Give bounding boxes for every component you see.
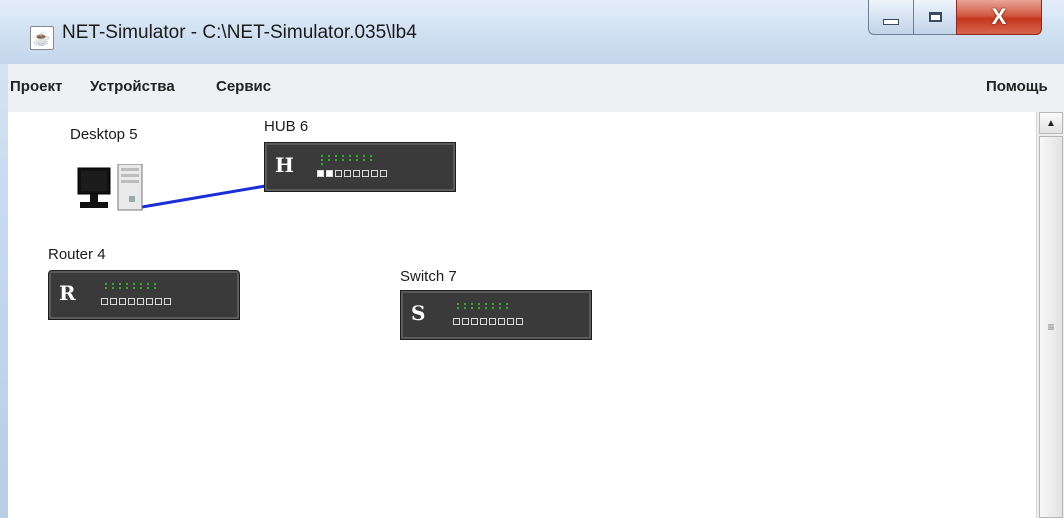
window-title: NET-Simulator - C:\NET-Simulator.035\lb4: [62, 22, 417, 43]
hub-label: HUB 6: [264, 118, 309, 135]
network-canvas[interactable]: Desktop 5 HUB 6 H Router 4 R Switch 7 S: [8, 112, 1036, 518]
menu-help[interactable]: Помощь: [986, 78, 1048, 95]
hub-ports: [317, 170, 387, 177]
menu-project[interactable]: Проект: [10, 78, 62, 95]
maximize-icon: [928, 12, 942, 22]
router-ports: [101, 298, 171, 305]
scroll-thumb[interactable]: ≡: [1039, 136, 1063, 518]
switch-ports: [453, 318, 523, 325]
minimize-icon: [883, 19, 899, 25]
grip-icon: ≡: [1047, 320, 1055, 334]
hub-leds: [321, 155, 372, 165]
maximize-button[interactable]: [913, 0, 957, 35]
menu-service[interactable]: Сервис: [216, 78, 271, 95]
router-device[interactable]: R: [48, 270, 240, 320]
title-bar[interactable]: ☕ NET-Simulator - C:\NET-Simulator.035\l…: [0, 0, 1064, 64]
switch-leds: [457, 303, 508, 309]
hub-letter: H: [275, 153, 294, 177]
close-icon: X: [991, 4, 1007, 29]
switch-device[interactable]: S: [400, 290, 592, 340]
scroll-up-button[interactable]: ▲: [1039, 112, 1063, 134]
menu-devices[interactable]: Устройства: [90, 78, 175, 95]
minimize-button[interactable]: [868, 0, 914, 35]
router-letter: R: [59, 281, 76, 305]
desktop-label: Desktop 5: [70, 126, 138, 143]
vertical-scrollbar[interactable]: ▲ ≡: [1036, 112, 1064, 518]
switch-label: Switch 7: [400, 268, 457, 285]
router-label: Router 4: [48, 246, 106, 263]
menu-bar: Проект Устройства Сервис Помощь: [8, 64, 1064, 113]
java-cup-icon[interactable]: ☕: [30, 26, 54, 50]
hub-device[interactable]: H: [264, 142, 456, 192]
desktop-computer-icon[interactable]: [70, 164, 150, 216]
app-window: ☕ NET-Simulator - C:\NET-Simulator.035\l…: [0, 0, 1064, 518]
close-button[interactable]: X: [956, 0, 1042, 35]
switch-letter: S: [411, 301, 426, 325]
router-leds: [105, 283, 156, 289]
